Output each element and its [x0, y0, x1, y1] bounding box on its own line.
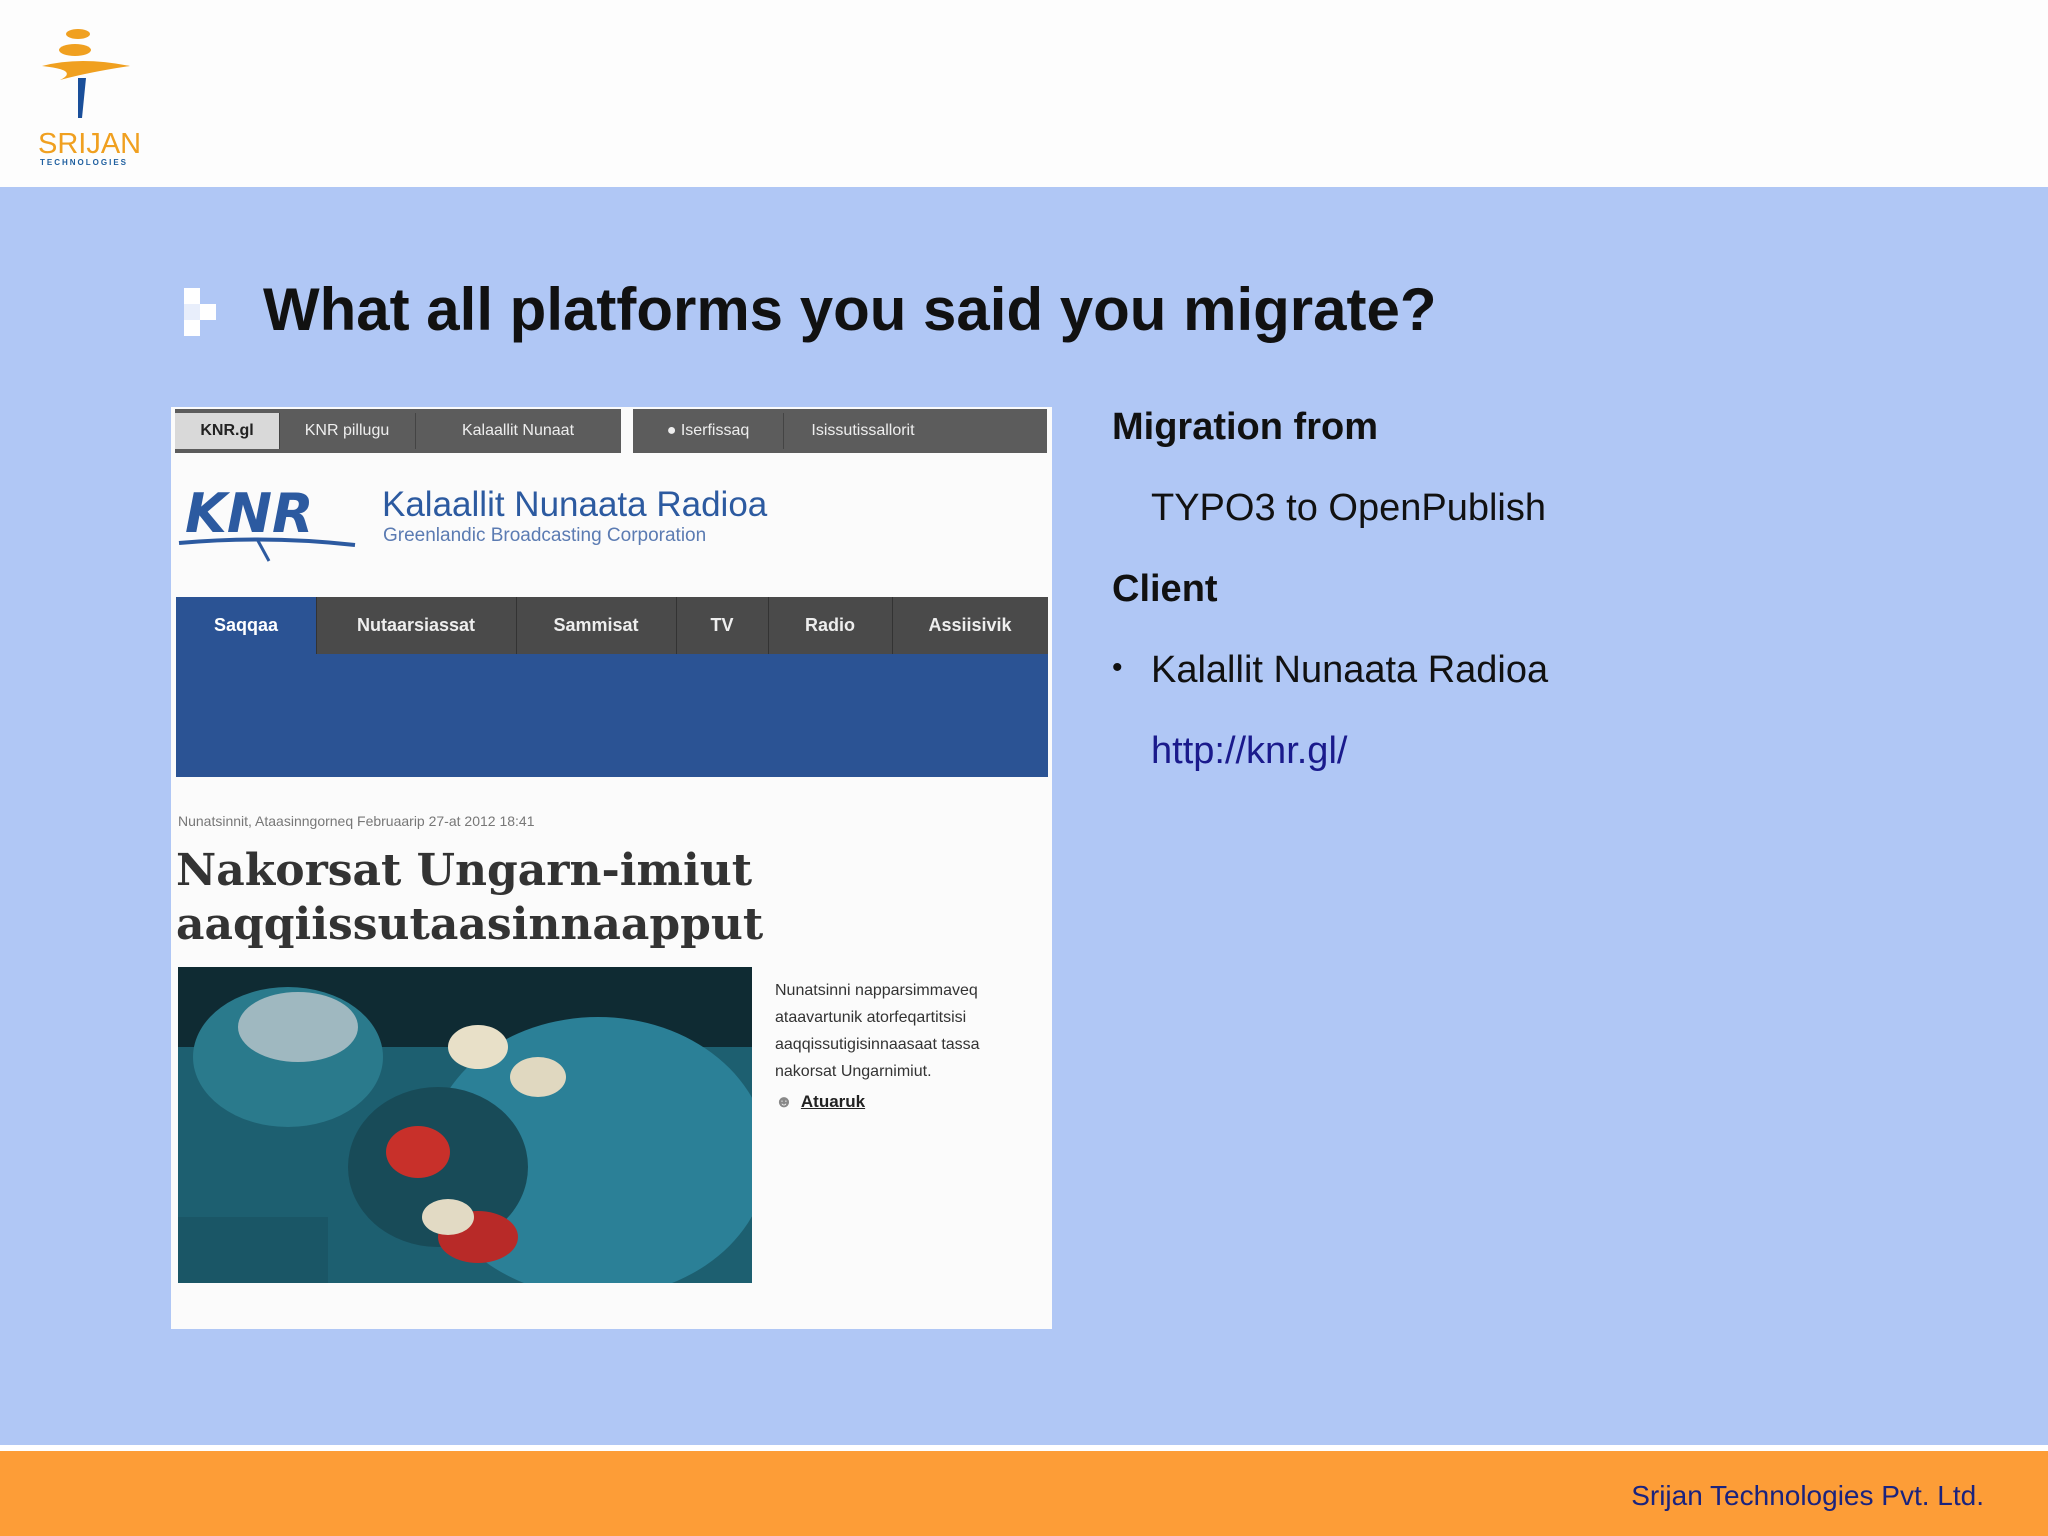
top-tab-greenland: Kalaallit Nunaat: [415, 413, 622, 449]
read-more-icon: ☻: [775, 1092, 793, 1111]
logo-tagline: TECHNOLOGIES: [40, 158, 129, 167]
client-bullet-icon: •: [1112, 651, 1123, 684]
top-nav-gap: [621, 409, 633, 453]
teaser-line: ataavartunik atorfeqartitsisi: [775, 1009, 967, 1026]
site-subtitle: Greenlandic Broadcasting Corporation: [383, 525, 707, 546]
site-top-nav: KNR.gl KNR pillugu Kalaallit Nunaat ● Is…: [175, 409, 1047, 453]
top-tab-knr: KNR.gl: [175, 413, 280, 449]
nav-item-topics: Sammisat: [516, 597, 677, 654]
migration-heading: Migration from: [1112, 406, 1378, 448]
nav-item-radio: Radio: [768, 597, 893, 654]
site-name: Kalaallit Nunaata Radioa: [382, 485, 768, 524]
svg-text:KNR: KNR: [185, 482, 314, 545]
article-headline: Nakorsat Ungarn-imiut aaqqiissutaasinnaa…: [176, 844, 896, 952]
headline-line-2: aaqqiissutaasinnaapput: [176, 899, 764, 950]
title-bullet-icon: [184, 288, 216, 336]
top-tab-login: ● Iserfissaq: [633, 413, 784, 449]
user-icon: ●: [666, 422, 681, 439]
teaser-line: aaqqissutigisinnaasaat tassa: [775, 1036, 980, 1053]
slide-title: What all platforms you said you migrate?: [263, 276, 1437, 343]
logo-wordmark: SRIJAN: [38, 128, 142, 160]
nav-item-tv: TV: [676, 597, 769, 654]
website-screenshot: KNR.gl KNR pillugu Kalaallit Nunaat ● Is…: [171, 407, 1052, 1329]
top-tab-settings: Isissutissallorit: [811, 422, 915, 439]
article-meta: Nunatsinnit, Ataasinngorneq Februaarip 2…: [178, 813, 535, 829]
client-name: Kalallit Nunaata Radioa: [1151, 649, 1549, 691]
surgery-photo: [178, 967, 752, 1283]
client-heading: Client: [1112, 568, 1218, 610]
nav-item-gallery: Assiisivik: [928, 615, 1012, 635]
knr-logo-icon: KNR: [178, 482, 356, 562]
teaser-line: nakorsat Ungarnimiut.: [775, 1063, 932, 1080]
headline-line-1: Nakorsat Ungarn-imiut: [176, 845, 753, 896]
client-url-link[interactable]: http://knr.gl/: [1151, 730, 1347, 773]
article-teaser: Nunatsinni napparsimmaveq ataavartunik a…: [775, 977, 1052, 1085]
footer-company: Srijan Technologies Pvt. Ltd.: [1631, 1480, 1984, 1511]
nav-item-news: Nutaarsiassat: [316, 597, 517, 654]
migration-text: TYPO3 to OpenPublish: [1151, 487, 1546, 529]
read-more-label: Atuaruk: [800, 1092, 866, 1111]
slide-header: SRIJAN TECHNOLOGIES: [0, 0, 2048, 187]
read-more-link: ☻ Atuaruk: [775, 1092, 865, 1112]
teaser-line: Nunatsinni napparsimmaveq: [775, 982, 978, 999]
top-tab-about: KNR pillugu: [279, 413, 416, 449]
nav-item-home: Saqqaa: [176, 597, 317, 654]
site-main-nav: Saqqaa Nutaarsiassat Sammisat TV Radio A…: [176, 597, 1048, 777]
top-tab-login-label: Iserfissaq: [680, 422, 750, 439]
